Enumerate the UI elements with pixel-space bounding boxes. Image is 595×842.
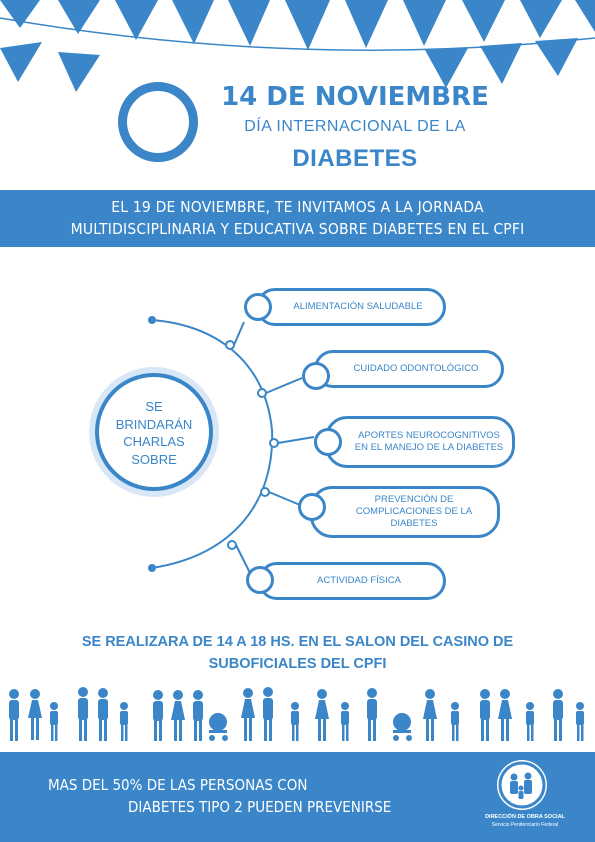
topic-label: ACTIVIDAD FÍSICA: [317, 575, 401, 586]
logo-title: DIRECCIÓN DE OBRA SOCIAL: [485, 814, 565, 820]
schedule-line-1: SE REALIZARA DE 14 A 18 HS. EN EL SALON …: [81, 634, 514, 650]
center-line-2: BRINDARÁN: [115, 416, 193, 432]
schedule-text: SE REALIZARA DE 14 A 18 HS. EN EL SALON …: [20, 631, 575, 675]
topic-label: APORTES NEUROCOGNITIVOS EN EL MANEJO DE …: [354, 430, 504, 453]
logo-subtitle: Servicio Penitenciario Federal: [491, 822, 559, 828]
topic-complications: PREVENCIÓN DE COMPLICACIONES DE LA DIABE…: [310, 486, 500, 538]
topic-label: PREVENCIÓN DE COMPLICACIONES DE LA DIABE…: [355, 494, 473, 529]
schedule-line-2: SUBOFICIALES DEL CPFI: [208, 656, 387, 672]
topic-knob-icon: [314, 428, 342, 456]
obra-social-logo-icon: [497, 760, 547, 810]
footer-line-2: DIABETES TIPO 2 PUEDEN PREVENIRSE: [128, 798, 392, 816]
topic-dental: CUIDADO ODONTOLÓGICO: [314, 350, 504, 388]
topic-knob-icon: [246, 566, 274, 594]
topic-label: ALIMENTACIÓN SALUDABLE: [293, 301, 423, 312]
topic-knob-icon: [302, 362, 330, 390]
topic-label: CUIDADO ODONTOLÓGICO: [353, 363, 479, 374]
center-line-3: CHARLAS: [123, 434, 185, 449]
topic-knob-icon: [244, 293, 272, 321]
topic-neurocognitive: APORTES NEUROCOGNITIVOS EN EL MANEJO DE …: [325, 416, 515, 468]
center-line-4: SOBRE: [131, 451, 177, 467]
center-label: SE BRINDARÁN CHARLAS SOBRE: [95, 398, 213, 468]
family-silhouettes-icon: [9, 687, 584, 741]
center-line-1: SE: [145, 399, 163, 414]
topic-knob-icon: [298, 493, 326, 521]
footer-line-1: MAS DEL 50% DE LAS PERSONAS CON: [48, 776, 308, 794]
topic-physical-activity: ACTIVIDAD FÍSICA: [258, 562, 446, 600]
topic-nutrition: ALIMENTACIÓN SALUDABLE: [256, 288, 446, 326]
